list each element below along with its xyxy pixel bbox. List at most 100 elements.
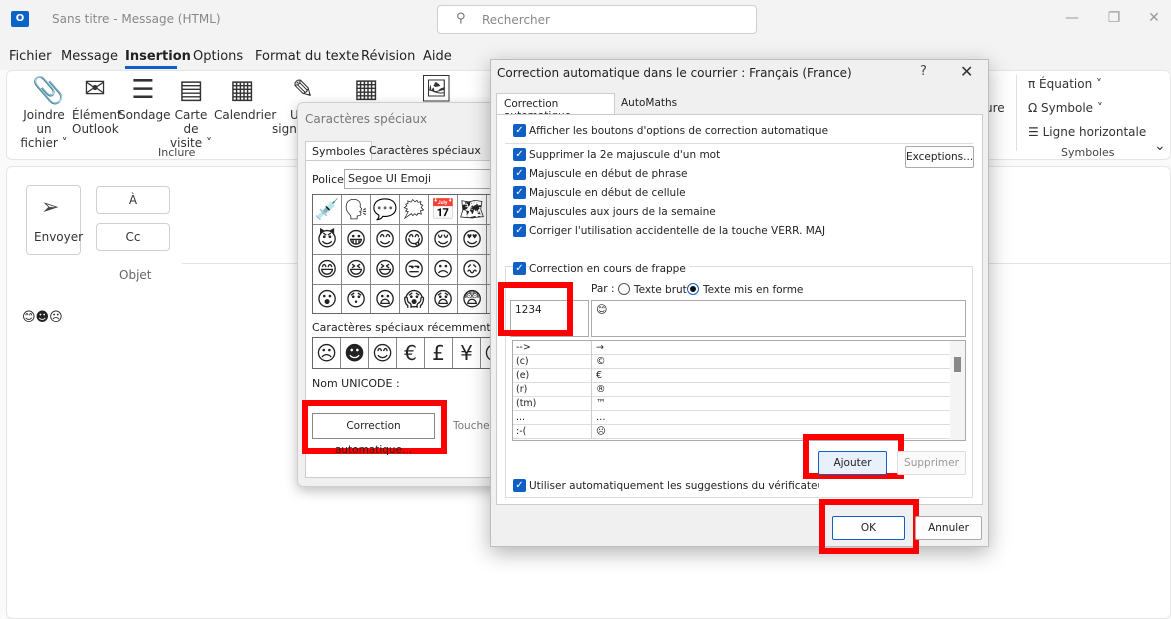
- table-row[interactable]: ...…: [513, 411, 950, 425]
- symbol-cell[interactable]: 😱: [400, 285, 429, 313]
- send-icon: ➢: [41, 195, 60, 220]
- attach-file-button[interactable]: Joindre un fichier ˅: [14, 108, 74, 150]
- exceptions-button[interactable]: Exceptions...: [905, 146, 974, 168]
- symbol-cell[interactable]: 😦: [371, 285, 400, 313]
- table-cell-key: (e): [516, 370, 530, 381]
- ok-button[interactable]: OK: [832, 516, 905, 540]
- suggestions-label: Utiliser automatiquement les suggestions…: [529, 480, 819, 492]
- menu-fichier[interactable]: Fichier: [9, 49, 52, 64]
- autocorrect-button[interactable]: Correction automatique...: [312, 413, 435, 456]
- menu-options[interactable]: Options: [193, 49, 243, 64]
- symbol-cell[interactable]: 😆: [371, 255, 400, 285]
- table-cell-value: €: [596, 370, 603, 381]
- symbol-cell[interactable]: 😮: [313, 285, 342, 313]
- table-cell-key: ...: [516, 412, 526, 423]
- recent-symbol-cell[interactable]: £: [425, 338, 453, 368]
- symbol-cell[interactable]: 😄: [313, 255, 342, 285]
- checkbox-sentence-cap[interactable]: ✓: [513, 167, 526, 180]
- checkbox-suggestions[interactable]: ✓: [513, 479, 526, 492]
- recent-symbol-cell[interactable]: ☹: [313, 338, 341, 368]
- delete-button[interactable]: Supprimer: [897, 451, 966, 475]
- to-button[interactable]: À: [96, 186, 170, 214]
- menu-aide[interactable]: Aide: [423, 49, 452, 64]
- symbol-cell[interactable]: 🗺: [458, 195, 487, 225]
- checkbox-second-cap[interactable]: ✓: [513, 148, 526, 161]
- symbol-button[interactable]: Ω Symbole ˅: [1028, 101, 1103, 115]
- symbol-cell[interactable]: 😒: [400, 255, 429, 285]
- checkbox-while-typing[interactable]: ✓: [513, 262, 526, 275]
- poll-button[interactable]: Sondage: [118, 108, 171, 122]
- symbol-cell[interactable]: 🗯: [400, 195, 429, 225]
- recent-symbols-grid: ☹ ☻ 😊 € £ ¥ 😮: [312, 337, 497, 369]
- equation-button[interactable]: π Équation ˅: [1028, 77, 1102, 91]
- symbol-cell[interactable]: 🗣: [342, 195, 371, 225]
- symbol-cell[interactable]: 😈: [313, 225, 342, 255]
- symbol-cell[interactable]: 😋: [400, 225, 429, 255]
- symbol-cell[interactable]: 😧: [429, 285, 458, 313]
- symbol-cell[interactable]: 💉: [313, 195, 342, 225]
- add-button[interactable]: Ajouter: [818, 451, 887, 475]
- signature-button[interactable]: U signa: [272, 108, 300, 136]
- minimize-button[interactable]: —: [1060, 10, 1084, 26]
- table-cell-key: :-(: [516, 426, 527, 437]
- signature-icon: ✎: [292, 75, 314, 105]
- outlook-item-label-2: Outlook: [72, 122, 119, 136]
- table-row[interactable]: (c) ©: [513, 355, 950, 369]
- symbol-cell[interactable]: 😀: [342, 225, 371, 255]
- checkbox-cell-cap[interactable]: ✓: [513, 186, 526, 199]
- restore-button[interactable]: ❐: [1102, 10, 1126, 26]
- symbol-cell[interactable]: 😨: [458, 285, 487, 313]
- symbol-cell[interactable]: 💬: [371, 195, 400, 225]
- par-label: Par :: [591, 283, 615, 295]
- envelope-icon: ✉: [84, 74, 106, 104]
- symbol-cell[interactable]: ☹: [429, 255, 458, 285]
- recent-symbol-cell[interactable]: ☻: [341, 338, 369, 368]
- table-scrollbar[interactable]: [950, 341, 965, 440]
- horizontal-line-button[interactable]: ☰ Ligne horizontale: [1028, 125, 1146, 139]
- table-row[interactable]: (e) €: [513, 369, 950, 383]
- active-tab-indicator: [125, 66, 177, 69]
- checkbox-days-cap[interactable]: ✓: [513, 205, 526, 218]
- symbol-cell[interactable]: 📅: [429, 195, 458, 225]
- cc-button[interactable]: Cc: [96, 223, 170, 251]
- symbol-cell[interactable]: 😌: [429, 225, 458, 255]
- symbol-cell[interactable]: 😆: [342, 255, 371, 285]
- line-icon: ☰: [1028, 125, 1043, 139]
- with-input[interactable]: 😊: [591, 300, 966, 337]
- calendar-button[interactable]: Calendrier: [214, 108, 276, 122]
- recent-symbol-cell[interactable]: ¥: [453, 338, 481, 368]
- symbol-label: Symbole ˅: [1040, 101, 1103, 115]
- table-row[interactable]: --> →: [513, 341, 950, 355]
- menu-format[interactable]: Format du texte: [255, 49, 359, 64]
- recent-symbol-cell[interactable]: €: [397, 338, 425, 368]
- autocorrect-table[interactable]: --> → (c) © (e) € (r) ® (tm) ™ ... … :-(☹: [512, 340, 966, 441]
- checkbox-caps-lock[interactable]: ✓: [513, 224, 526, 237]
- table-row[interactable]: (tm) ™: [513, 397, 950, 411]
- tab-correction-automatique[interactable]: Correction automatique: [496, 93, 615, 122]
- menu-message[interactable]: Message: [61, 49, 118, 64]
- symbol-cell[interactable]: 😯: [342, 285, 371, 313]
- help-button[interactable]: ?: [920, 64, 927, 79]
- symbol-cell[interactable]: 😍: [458, 225, 487, 255]
- menu-revision[interactable]: Révision: [361, 49, 415, 64]
- close-dialog-button[interactable]: ✕: [960, 62, 973, 81]
- ribbon-expand-button[interactable]: ⌄: [1154, 138, 1166, 154]
- recent-symbol-cell[interactable]: 😊: [369, 338, 397, 368]
- police-select[interactable]: Segoe UI Emoji: [344, 169, 494, 189]
- ribbon-separator: [1016, 75, 1017, 151]
- symbol-cell[interactable]: 😖: [458, 255, 487, 285]
- cancel-button[interactable]: Annuler: [915, 516, 982, 540]
- radio-texte-brut[interactable]: [618, 283, 630, 295]
- checkbox-show-buttons[interactable]: ✓: [513, 124, 526, 137]
- outlook-item-button[interactable]: Élément Outlook: [72, 108, 122, 136]
- table-cell-key: (tm): [516, 398, 537, 409]
- tab-automaths[interactable]: AutoMaths: [621, 97, 677, 109]
- symbol-cell[interactable]: 😊: [371, 225, 400, 255]
- message-body[interactable]: 😊☻☹: [22, 310, 63, 325]
- menu-insertion[interactable]: Insertion: [125, 49, 191, 64]
- business-card-button[interactable]: Carte de visite ˅: [168, 108, 214, 150]
- close-window-button[interactable]: ✕: [1142, 10, 1166, 26]
- tab-caracteres-speciaux[interactable]: Caractères spéciaux: [363, 141, 487, 161]
- scrollbar-thumb[interactable]: [954, 357, 961, 372]
- table-row[interactable]: (r) ®: [513, 383, 950, 397]
